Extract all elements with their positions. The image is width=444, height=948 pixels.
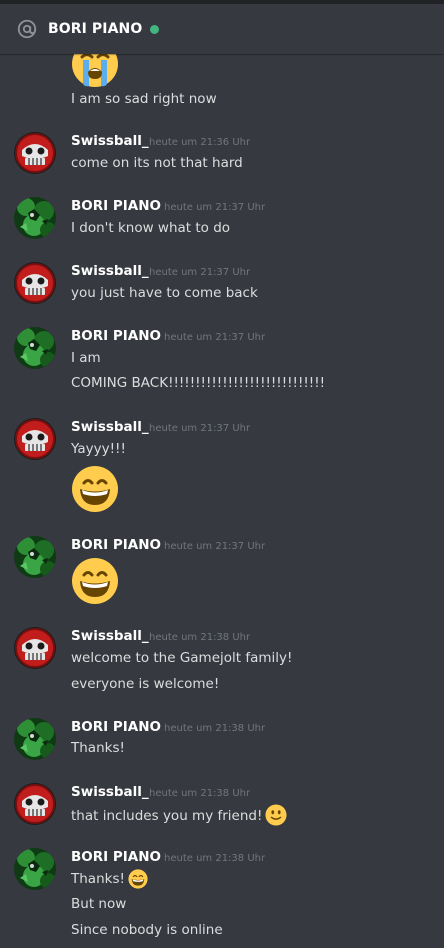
message-text: you just have to come back [71,285,258,301]
avatar[interactable] [14,536,56,578]
message-author[interactable]: Swissball_ [71,628,149,644]
message-text: But now [71,896,127,912]
avatar[interactable] [14,783,56,825]
message-timestamp: heute um 21:38 Uhr [164,723,266,734]
message-text: I am [71,350,101,366]
message-text: Since nobody is online [71,922,223,938]
message-text: I am so sad right now [71,91,217,107]
message-author[interactable]: Swissball_ [71,133,149,149]
avatar[interactable] [14,197,56,239]
grinning-face-emoji [71,465,119,513]
message-timestamp: heute um 21:37 Uhr [164,202,266,213]
message-text: COMING BACK!!!!!!!!!!!!!!!!!!!!!!!!!!!!! [71,375,326,391]
channel-title: BORI PIANO [48,21,143,37]
avatar[interactable] [14,132,56,174]
message-text: Yayyy!!! [71,441,126,457]
message-timestamp: heute um 21:37 Uhr [164,541,266,552]
message-list[interactable]: I am so sad right now Swissball_ heute u… [0,54,444,948]
grinning-face-emoji [71,557,119,605]
message-timestamp: heute um 21:38 Uhr [149,632,251,643]
message-text: that includes you my friend! [71,808,263,824]
message-author[interactable]: Swissball_ [71,263,149,279]
avatar[interactable] [14,848,56,890]
message-author[interactable]: BORI PIANO [71,198,161,214]
message-timestamp: heute um 21:37 Uhr [149,423,251,434]
message-text: Thanks! [71,740,125,756]
loudly-crying-face-emoji [71,54,119,88]
message-line: that includes you my friend! [71,804,287,826]
online-status-dot [150,24,160,34]
message-author[interactable]: BORI PIANO [71,849,161,865]
message-text: welcome to the Gamejolt family! [71,650,293,666]
message-author[interactable]: BORI PIANO [71,328,161,344]
message-text: come on its not that hard [71,155,243,171]
message-timestamp: heute um 21:36 Uhr [149,137,251,148]
message-author[interactable]: BORI PIANO [71,719,161,735]
message-timestamp: heute um 21:38 Uhr [164,853,266,864]
avatar[interactable] [14,718,56,760]
at-sign-icon [17,19,37,39]
slightly-smiling-face-emoji [265,804,287,826]
message-text: Thanks! [71,871,125,887]
message-timestamp: heute um 21:37 Uhr [164,332,266,343]
message-author[interactable]: Swissball_ [71,784,149,800]
avatar[interactable] [14,262,56,304]
grinning-face-emoji [128,869,148,889]
message-timestamp: heute um 21:37 Uhr [149,267,251,278]
channel-header: BORI PIANO [0,0,444,54]
message-author[interactable]: BORI PIANO [71,537,161,553]
message-line: Thanks! [71,869,148,889]
avatar[interactable] [14,627,56,669]
avatar[interactable] [14,418,56,460]
message-text: I don't know what to do [71,220,231,236]
message-author[interactable]: Swissball_ [71,419,149,435]
avatar[interactable] [14,327,56,369]
message-text: everyone is welcome! [71,676,220,692]
message-timestamp: heute um 21:38 Uhr [149,788,251,799]
